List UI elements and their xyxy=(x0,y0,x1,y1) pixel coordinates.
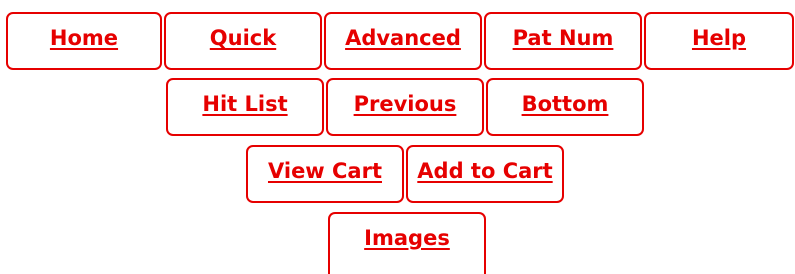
view-cart-button[interactable]: View Cart xyxy=(246,145,404,203)
images-button[interactable]: Images xyxy=(328,212,486,274)
pat-num-button-label: Pat Num xyxy=(512,26,614,50)
bottom-button[interactable]: Bottom xyxy=(486,78,644,136)
images-button-label: Images xyxy=(364,226,450,250)
view-cart-button-label: View Cart xyxy=(267,159,382,183)
help-button[interactable]: Help xyxy=(644,12,794,70)
previous-button-label: Previous xyxy=(353,92,457,116)
pat-num-button[interactable]: Pat Num xyxy=(484,12,642,70)
bottom-button-label: Bottom xyxy=(521,92,609,116)
help-button-label: Help xyxy=(691,26,747,50)
hit-list-button[interactable]: Hit List xyxy=(166,78,324,136)
nav-row-images: Images xyxy=(328,212,486,274)
add-to-cart-button[interactable]: Add to Cart xyxy=(406,145,564,203)
nav-row-primary: Home Quick Advanced Pat Num Help xyxy=(6,12,794,70)
nav-row-results: Hit List Previous Bottom xyxy=(166,78,644,136)
quick-button[interactable]: Quick xyxy=(164,12,322,70)
home-button[interactable]: Home xyxy=(6,12,162,70)
advanced-button-label: Advanced xyxy=(345,26,461,50)
nav-row-cart: View Cart Add to Cart xyxy=(246,145,564,203)
home-button-label: Home xyxy=(49,26,119,50)
advanced-button[interactable]: Advanced xyxy=(324,12,482,70)
add-to-cart-button-label: Add to Cart xyxy=(417,159,553,183)
quick-button-label: Quick xyxy=(209,26,277,50)
hit-list-button-label: Hit List xyxy=(202,92,288,116)
previous-button[interactable]: Previous xyxy=(326,78,484,136)
